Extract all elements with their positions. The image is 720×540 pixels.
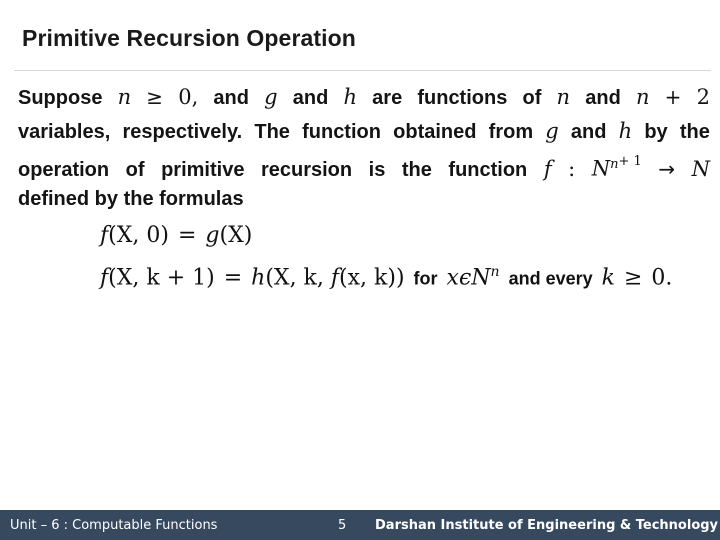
footer-page-number: 5 xyxy=(338,517,347,533)
line1-word-suppose: Suppose xyxy=(18,87,103,109)
formula2-zero: 0. xyxy=(651,265,673,291)
title-divider xyxy=(14,70,711,71)
line2-word-variables: variables, xyxy=(18,121,111,143)
formula2-var-k: k xyxy=(601,265,615,291)
line2-word-obtained: obtained xyxy=(393,121,477,143)
line3-arrow-icon: → xyxy=(658,156,676,181)
paragraph-line-3: operation of primitive recursion is the … xyxy=(18,148,710,182)
line2-var-h: h xyxy=(618,119,633,143)
formula-block: f(X, 0) = g(X) f(X, k + 1) = h(X, k, f(x, k)… xyxy=(100,218,672,290)
formula2-superscript-n: n xyxy=(490,264,500,280)
line2-word-function: function xyxy=(302,121,381,143)
line1-word-of: of xyxy=(522,87,542,109)
line2-word-from: from xyxy=(488,121,534,143)
formula2-f: f xyxy=(100,265,109,291)
line1-op-plus: + xyxy=(664,85,682,109)
line3-superscript-plus-one: + 1 xyxy=(618,154,642,169)
formula-base-case: f(X, 0) = g(X) xyxy=(100,218,672,254)
line1-var-g: g xyxy=(264,85,278,109)
formula1-lhs-args: (X, 0) xyxy=(108,223,169,248)
footer-institute-name: Darshan Institute of Engineering & Techn… xyxy=(375,517,719,533)
formula2-var-x: x xyxy=(446,265,459,291)
formula2-inner-f: f xyxy=(330,265,340,291)
line3-colon: : xyxy=(568,156,576,181)
line1-op-ge: ≥ xyxy=(146,85,164,109)
line1-word-and-2: and xyxy=(292,87,329,109)
line1-var-n-2: n xyxy=(556,85,571,109)
definition-paragraph: Suppose n ≥ 0, and g and h are functions… xyxy=(18,80,710,216)
line3-word-the: the xyxy=(401,158,432,181)
paragraph-line-4: defined by the formulas xyxy=(18,182,708,216)
line3-codomain-expr: Nn+ 1 xyxy=(592,148,642,187)
formula-recursive-case: f(X, k + 1) = h(X, k, f(x, k)) for xϵNn and e… xyxy=(100,254,672,290)
line1-word-functions: functions xyxy=(417,87,508,109)
formula2-h: h xyxy=(251,265,266,291)
line3-word-is: is xyxy=(368,158,386,181)
line1-word-are: are xyxy=(372,87,403,109)
formula1-g: g xyxy=(205,223,220,248)
formula2-equals: = xyxy=(223,265,243,291)
formula2-rhs-args-a: (X, k, xyxy=(265,265,331,291)
line4-text: defined by the formulas xyxy=(18,188,244,210)
formula1-equals: = xyxy=(177,223,197,248)
page-title: Primitive Recursion Operation xyxy=(22,25,356,51)
line3-var-N: N xyxy=(591,156,611,181)
formula1-rhs-args: (X) xyxy=(219,223,253,248)
line1-word-and-1: and xyxy=(213,87,249,109)
line1-word-and-3: and xyxy=(585,87,621,109)
line2-word-and: and xyxy=(570,121,607,143)
line3-var-N-2: N xyxy=(691,156,710,181)
line2-word-the-2: the xyxy=(679,121,710,143)
line2-var-g: g xyxy=(545,119,559,143)
formula2-words-and-every: and every xyxy=(508,268,593,289)
line3-var-f: f xyxy=(543,156,552,181)
formula2-lhs-args: (X, k + 1) xyxy=(108,265,215,291)
formula2-var-N: N xyxy=(471,265,491,291)
line3-word-recursion: recursion xyxy=(260,158,353,181)
line1-num-two: 2 xyxy=(696,85,710,109)
formula2-word-for: for xyxy=(413,268,438,289)
formula1-f: f xyxy=(100,223,109,248)
line1-var-n: n xyxy=(117,85,132,109)
line1-var-h: h xyxy=(343,85,357,109)
paragraph-line-2: variables, respectively. The function ob… xyxy=(18,114,710,148)
line2-word-the: The xyxy=(254,121,290,143)
formula2-epsilon-icon: ϵ xyxy=(458,265,472,291)
formula2-rhs-args-b: (x, k)) xyxy=(339,265,405,291)
line1-num-zero: 0, xyxy=(178,85,199,109)
footer-unit-label: Unit – 6 : Computable Functions xyxy=(10,517,218,533)
line1-var-n-3: n xyxy=(635,85,650,109)
paragraph-line-1: Suppose n ≥ 0, and g and h are functions… xyxy=(18,80,710,114)
line3-word-function: function xyxy=(448,158,528,181)
slide-footer: Unit – 6 : Computable Functions 5 Darsha… xyxy=(0,510,720,540)
line2-word-by: by xyxy=(644,121,668,143)
line2-word-respectively: respectively. xyxy=(122,121,243,143)
formula2-op-ge: ≥ xyxy=(623,265,643,291)
